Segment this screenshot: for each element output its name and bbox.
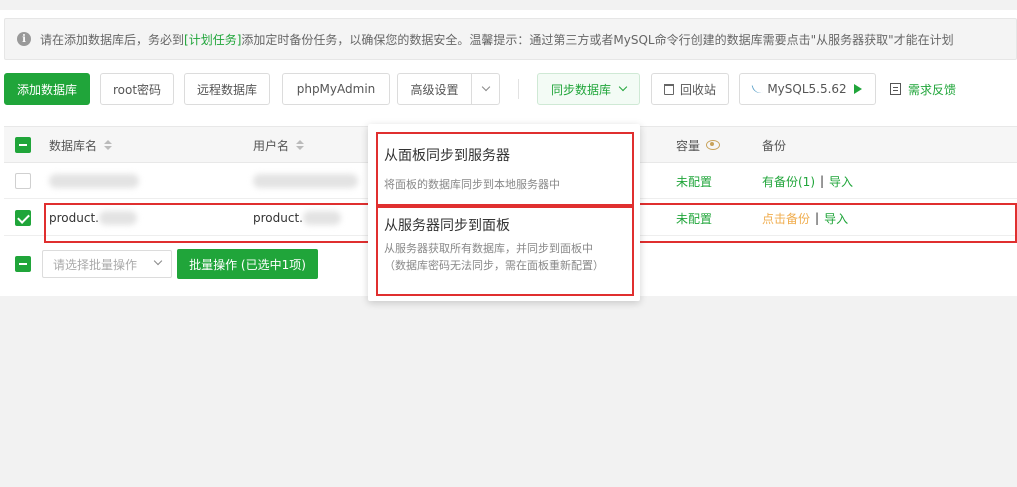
sort-icon — [296, 140, 305, 150]
feedback-icon — [890, 83, 901, 95]
chevron-down-icon — [153, 256, 163, 266]
feedback-link[interactable]: 需求反馈 — [890, 73, 956, 105]
import-link[interactable]: 导入 — [829, 173, 853, 190]
cron-task-link[interactable]: [计划任务] — [184, 31, 241, 48]
username-cell — [253, 163, 358, 199]
toolbar-divider — [518, 79, 519, 99]
row-checkbox[interactable] — [15, 173, 31, 189]
highlight-box-item-1 — [376, 132, 634, 206]
toolbar: 添加数据库 root密码 远程数据库 phpMyAdmin 高级设置 同步数据库… — [4, 73, 1017, 105]
highlight-box-item-2 — [376, 206, 634, 296]
root-password-button[interactable]: root密码 — [100, 73, 174, 105]
redacted-text — [49, 174, 139, 188]
row-checkbox[interactable] — [15, 210, 31, 226]
batch-action-select[interactable]: 请选择批量操作 — [42, 250, 172, 278]
backup-link[interactable]: 有备份(1) — [762, 173, 815, 190]
mysql-version-button[interactable]: MySQL5.5.62 — [739, 73, 876, 105]
notice-text-before: 请在添加数据库后，务必到 — [40, 32, 185, 47]
chevron-down-icon — [481, 82, 490, 92]
header-db-name[interactable]: 数据库名 — [49, 127, 113, 163]
remote-database-button[interactable]: 远程数据库 — [184, 73, 270, 105]
info-icon: i — [17, 32, 31, 46]
advanced-settings-dropdown[interactable] — [471, 73, 500, 105]
advanced-settings-button[interactable]: 高级设置 — [397, 73, 472, 105]
backup-cell: 有备份(1) | 导入 — [762, 173, 854, 190]
batch-action-button[interactable]: 批量操作 (已选中1项) — [177, 249, 318, 279]
sync-database-button[interactable]: 同步数据库 — [537, 73, 640, 105]
play-icon — [853, 84, 862, 94]
header-backup: 备份 — [762, 138, 787, 153]
notice-text-after: 添加定时备份任务，以确保您的数据安全。温馨提示：通过第三方或者MySQL命令行创… — [241, 32, 954, 47]
mysql-icon — [751, 82, 763, 96]
notice-bar: i 请在添加数据库后，务必到 [计划任务] 添加定时备份任务，以确保您的数据安全… — [4, 18, 1017, 60]
add-database-button[interactable]: 添加数据库 — [4, 73, 90, 105]
db-name-cell[interactable] — [49, 163, 139, 199]
capacity-cell[interactable]: 未配置 — [676, 163, 712, 199]
sort-icon — [104, 140, 113, 150]
select-all-checkbox[interactable] — [15, 137, 31, 153]
header-capacity: 容量 — [676, 127, 721, 163]
chevron-down-icon — [618, 82, 628, 92]
footer-select-all-checkbox[interactable] — [15, 256, 31, 272]
header-username[interactable]: 用户名 — [253, 127, 305, 163]
eye-icon[interactable] — [706, 140, 721, 150]
phpmyadmin-button[interactable]: phpMyAdmin — [282, 73, 390, 105]
redacted-text — [253, 174, 358, 188]
trash-icon — [663, 83, 674, 95]
recycle-bin-button[interactable]: 回收站 — [651, 73, 729, 105]
